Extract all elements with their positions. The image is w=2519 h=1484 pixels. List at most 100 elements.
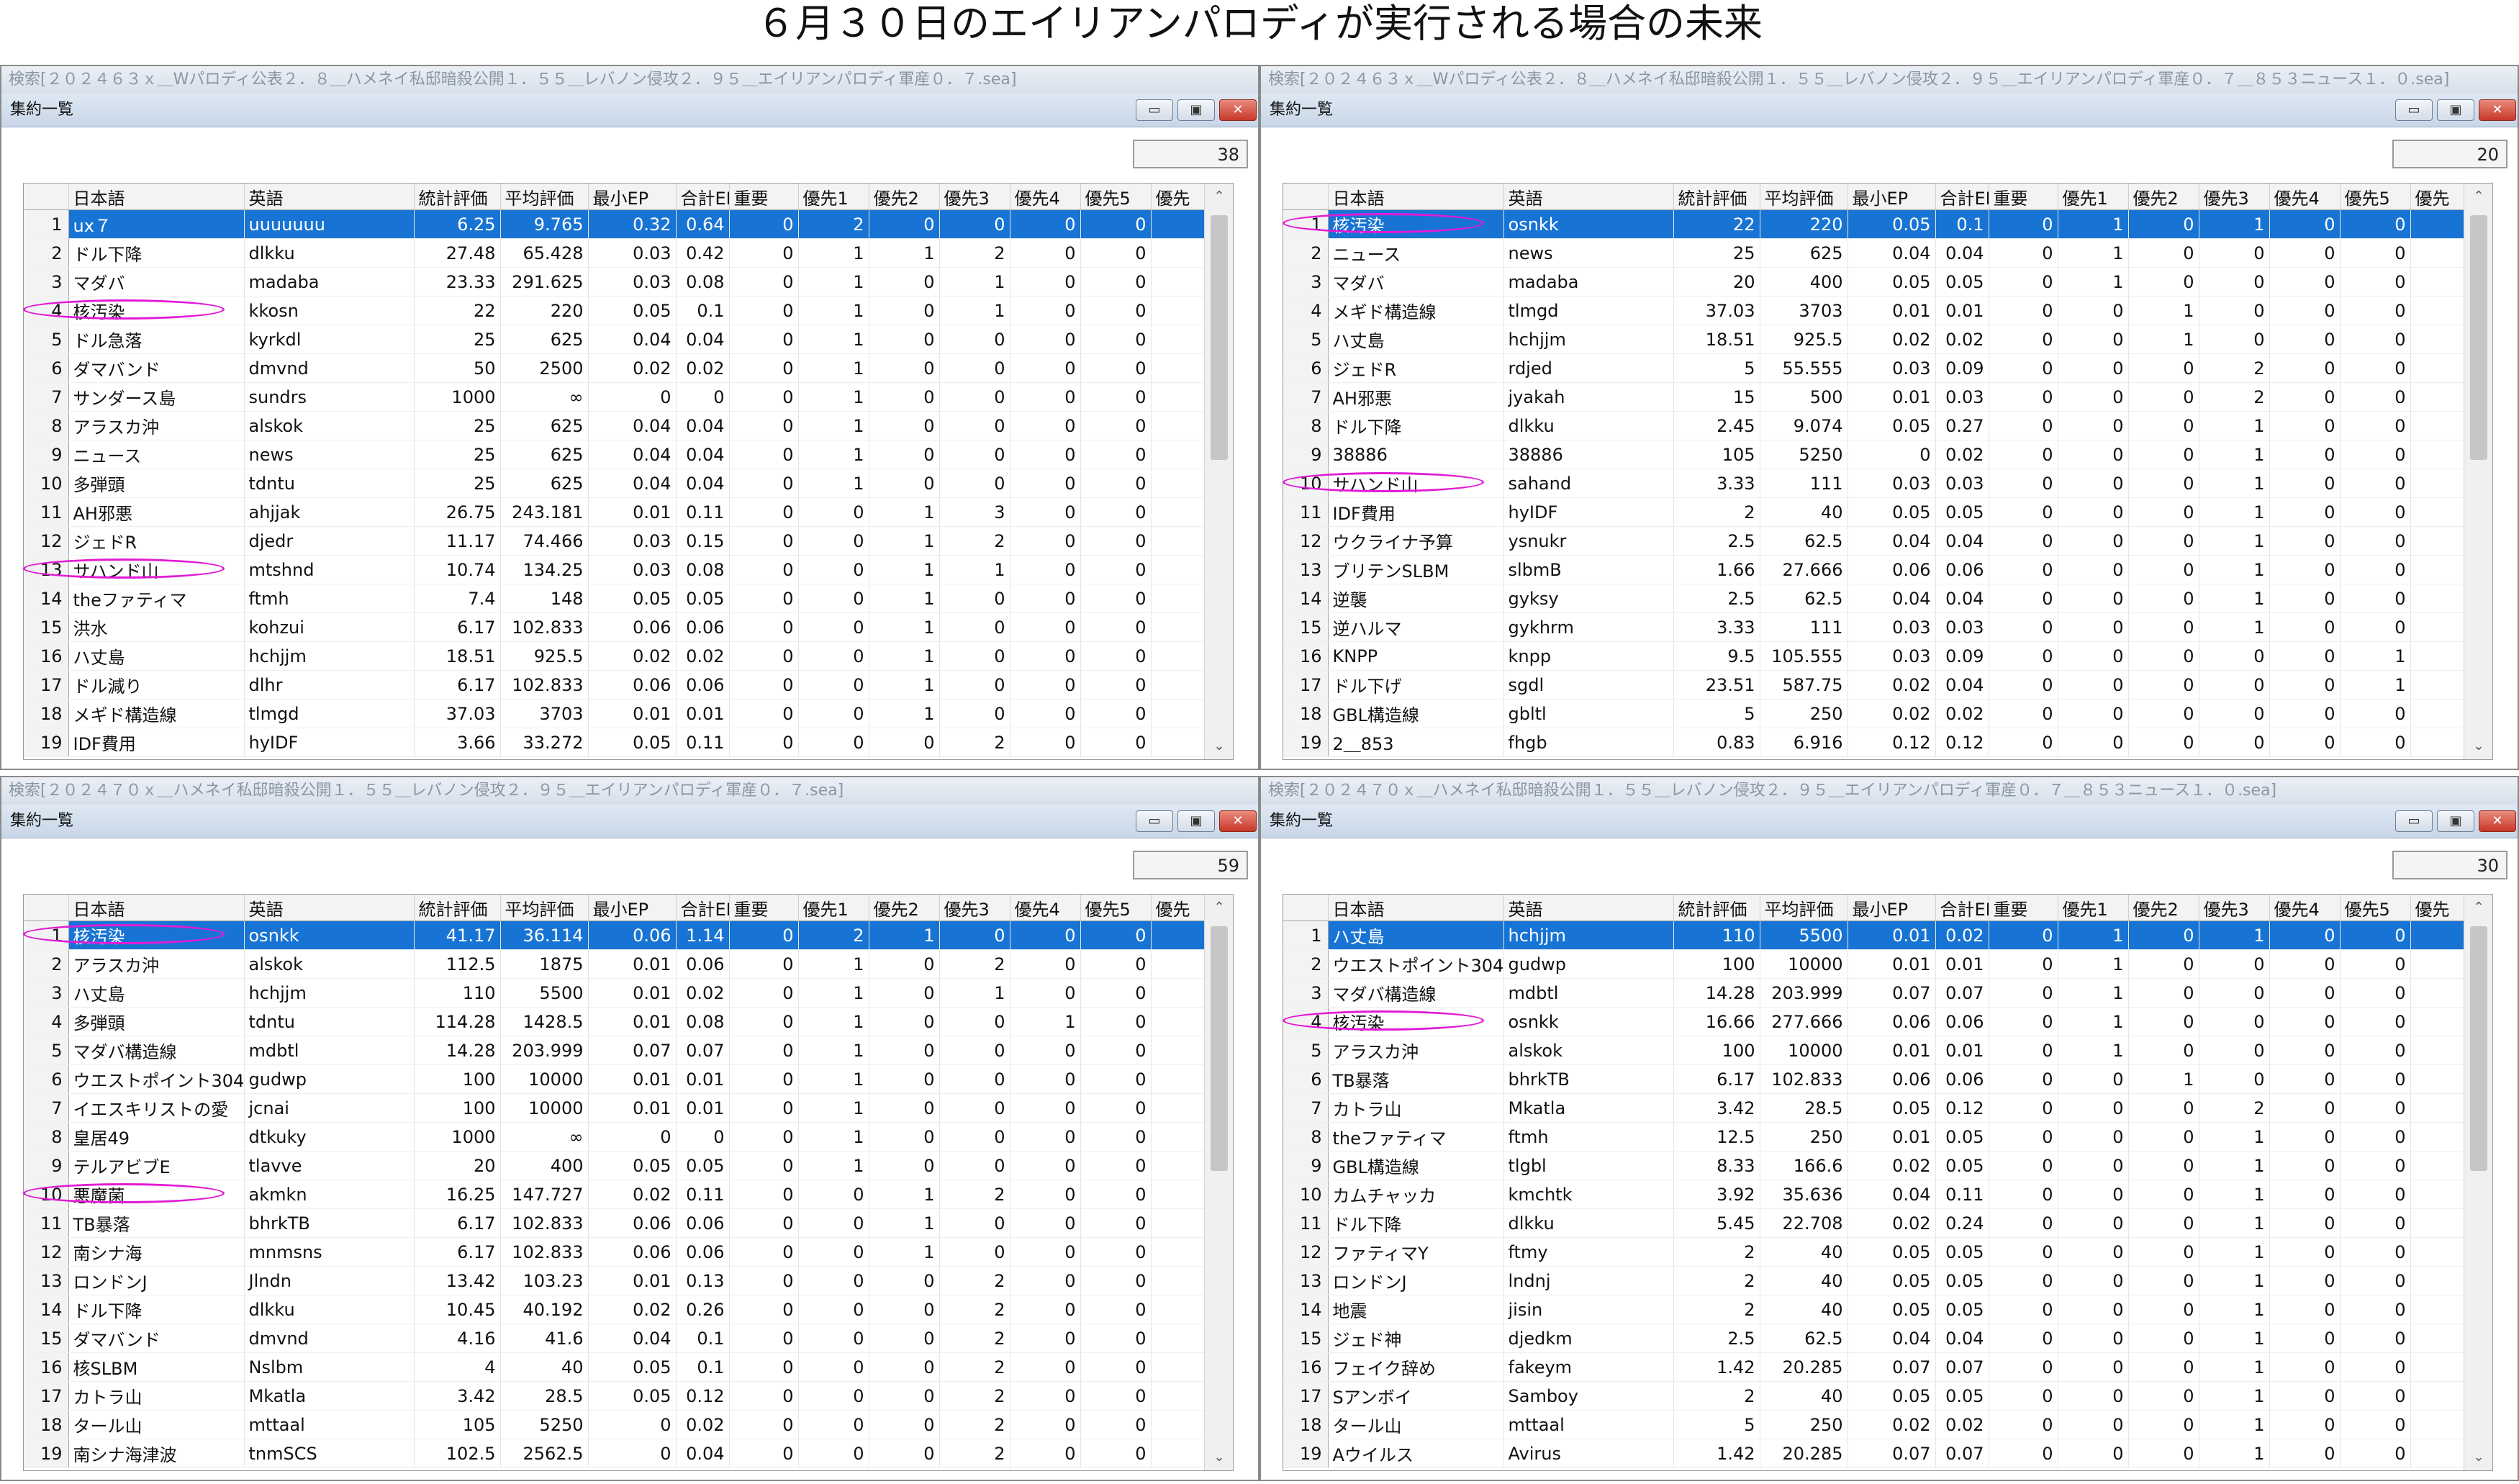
table-cell[interactable]: 1 [2199, 584, 2270, 613]
table-cell[interactable]: 625 [1760, 238, 1848, 268]
table-cell[interactable]: 0 [729, 555, 799, 584]
table-cell[interactable]: 0.04 [1935, 1324, 1989, 1353]
table-cell[interactable]: 0.04 [588, 469, 677, 498]
table-cell[interactable]: 13.42 [414, 1266, 501, 1295]
table-row[interactable]: 19 2＿853 fhgb 0.83 6.916 0.12 0.12 0 0 0 0 0 0 [1283, 728, 2464, 757]
table-row[interactable]: 19 Aウイルス Avirus 1.42 20.285 0.07 0.07 0 0 0 1 0 0 [1283, 1439, 2464, 1468]
table-cell[interactable]: 0 [2128, 1036, 2199, 1065]
table-cell[interactable]: 1 [798, 1122, 869, 1152]
table-cell[interactable]: 0 [798, 1352, 869, 1382]
table-cell[interactable]: ハ丈島 [1328, 325, 1504, 354]
table-cell[interactable]: 0 [869, 209, 940, 239]
table-cell[interactable]: slbmB [1503, 555, 1674, 584]
column-header[interactable]: 平均評価 [1760, 895, 1848, 921]
table-cell[interactable] [2410, 440, 2464, 469]
table-cell[interactable]: サンダース島 [68, 382, 245, 412]
table-cell[interactable]: 0 [869, 949, 940, 979]
table-cell[interactable]: tlgbl [1503, 1151, 1674, 1180]
table-cell[interactable]: 1 [2058, 978, 2129, 1008]
table-cell[interactable]: 0.05 [588, 1381, 677, 1411]
table-cell[interactable]: 0 [798, 584, 869, 613]
table-cell[interactable]: 400 [500, 1151, 589, 1180]
row-number-header[interactable] [24, 184, 69, 210]
table-cell[interactable]: 250 [1760, 1122, 1848, 1152]
table-cell[interactable]: 0.04 [676, 440, 730, 469]
table-row[interactable]: 7 イエスキリストの愛 jcnai 100 10000 0.01 0.01 0 1 0 0 0 0 [24, 1093, 1205, 1123]
table-cell[interactable]: 0 [2128, 469, 2199, 498]
table-cell[interactable]: 0.07 [1848, 978, 1936, 1008]
table-cell[interactable]: 0 [798, 1295, 869, 1324]
column-header[interactable]: 優先2 [2128, 184, 2199, 210]
table-cell[interactable]: カトラ山 [68, 1381, 245, 1411]
table-cell[interactable]: 0 [2269, 584, 2341, 613]
table-cell[interactable]: タール山 [68, 1410, 245, 1439]
table-cell[interactable]: 0 [1080, 1381, 1152, 1411]
table-cell[interactable]: gudwp [1503, 949, 1674, 979]
table-cell[interactable]: 0 [1989, 1093, 2058, 1123]
column-header[interactable]: 最小EP [1848, 184, 1936, 210]
table-cell[interactable]: 3.66 [414, 728, 501, 757]
table-cell[interactable]: 1 [939, 555, 1010, 584]
table-cell[interactable]: 41.17 [414, 920, 501, 950]
table-row[interactable]: 12 ファティマY ftmy 2 40 0.05 0.05 0 0 0 1 0 0 [1283, 1237, 2464, 1267]
table-cell[interactable]: ロンドンJ [1328, 1266, 1504, 1295]
table-cell[interactable]: 0.04 [676, 469, 730, 498]
table-cell[interactable]: 1 [2199, 1237, 2270, 1267]
table-cell[interactable] [1151, 641, 1205, 671]
table-cell[interactable] [2410, 1208, 2464, 1238]
table-cell[interactable]: 1 [798, 382, 869, 412]
column-header[interactable]: 優先 [2410, 895, 2464, 921]
table-cell[interactable]: 0 [2058, 325, 2129, 354]
table-cell[interactable]: アラスカ沖 [68, 411, 245, 440]
table-cell[interactable]: 0 [1010, 1439, 1081, 1468]
table-cell[interactable]: マダバ構造線 [1328, 978, 1504, 1008]
table-cell[interactable]: osnkk [1503, 1007, 1674, 1036]
table-cell[interactable] [2410, 1410, 2464, 1439]
table-cell[interactable]: Avirus [1503, 1439, 1674, 1468]
table-cell[interactable]: 0 [2269, 526, 2341, 556]
table-cell[interactable]: 1 [2199, 526, 2270, 556]
table-cell[interactable]: 0.02 [1848, 1410, 1936, 1439]
table-cell[interactable]: 0.08 [676, 267, 730, 297]
table-cell[interactable]: 0 [869, 978, 940, 1008]
table-cell[interactable]: 0.02 [1935, 325, 1989, 354]
table-cell[interactable]: 0 [939, 382, 1010, 412]
table-cell[interactable]: 0.02 [1848, 325, 1936, 354]
table-cell[interactable]: 0 [2128, 209, 2199, 239]
table-cell[interactable]: 0 [1080, 1266, 1152, 1295]
table-row[interactable]: 10 多弾頭 tdntu 25 625 0.04 0.04 0 1 0 0 0 0 [24, 469, 1205, 498]
table-cell[interactable]: 0 [676, 1122, 730, 1152]
table-cell[interactable]: 5.45 [1673, 1208, 1760, 1238]
table-row[interactable]: 5 アラスカ沖 alskok 100 10000 0.01 0.01 0 1 0 0 0 0 [1283, 1036, 2464, 1065]
table-cell[interactable]: 0 [2269, 209, 2341, 239]
table-cell[interactable]: 0 [2199, 267, 2270, 297]
table-cell[interactable]: 0 [1989, 612, 2058, 642]
table-cell[interactable]: 38886 [1328, 440, 1504, 469]
restore-button[interactable]: ▣ [1177, 810, 1215, 832]
table-cell[interactable]: 0.02 [676, 1410, 730, 1439]
row-number-cell[interactable]: 3 [24, 267, 69, 297]
table-cell[interactable]: osnkk [244, 920, 415, 950]
table-cell[interactable]: 0 [1080, 670, 1152, 700]
table-cell[interactable]: 0 [1989, 209, 2058, 239]
table-cell[interactable]: 0 [729, 267, 799, 297]
table-cell[interactable]: 33.272 [500, 728, 589, 757]
table-cell[interactable]: 0 [729, 1295, 799, 1324]
table-cell[interactable]: 0 [1080, 1295, 1152, 1324]
table-cell[interactable]: 0.05 [1848, 1093, 1936, 1123]
table-cell[interactable]: 2.5 [1673, 526, 1760, 556]
table-cell[interactable]: 0 [1080, 497, 1152, 527]
table-cell[interactable]: TB暴落 [1328, 1064, 1504, 1094]
table-cell[interactable]: ニュース [68, 440, 245, 469]
table-cell[interactable]: 25 [414, 325, 501, 354]
table-cell[interactable]: 0 [2199, 728, 2270, 757]
table-cell[interactable]: 1.66 [1673, 555, 1760, 584]
table-cell[interactable]: 0 [2058, 353, 2129, 383]
table-cell[interactable]: 0 [2058, 1064, 2129, 1094]
table-cell[interactable]: 0 [1080, 1036, 1152, 1065]
table-cell[interactable]: 0 [939, 920, 1010, 950]
table-cell[interactable]: 0 [729, 353, 799, 383]
table-cell[interactable]: Samboy [1503, 1381, 1674, 1411]
row-number-cell[interactable]: 12 [24, 526, 69, 556]
table-cell[interactable]: 0 [869, 1266, 940, 1295]
